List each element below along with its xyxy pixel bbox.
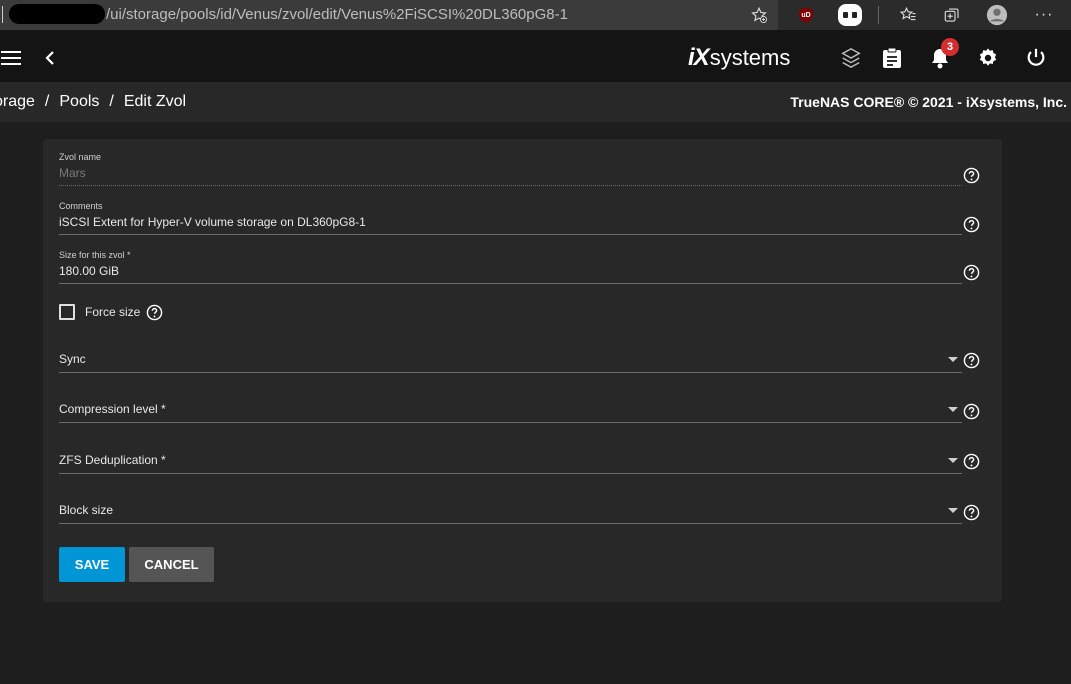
zvol-name-field: Zvol name Mars: [59, 152, 962, 188]
zfs-deduplication-select[interactable]: ZFS Deduplication *: [59, 445, 962, 475]
settings-gear-icon[interactable]: [976, 46, 1000, 70]
help-icon[interactable]: [963, 352, 980, 369]
dedup-underline: [59, 473, 962, 474]
dropdown-arrow-icon: [948, 508, 958, 513]
comments-input[interactable]: iSCSI Extent for Hyper-V volume storage …: [59, 215, 366, 229]
help-icon[interactable]: [963, 216, 980, 233]
back-chevron-icon[interactable]: [40, 48, 60, 68]
force-size-row: Force size: [59, 303, 163, 321]
zvol-size-input[interactable]: 180.00 GiB: [59, 264, 119, 278]
app-header: [0, 30, 1071, 82]
zvol-name-value: Mars: [59, 166, 86, 180]
block-size-underline: [59, 523, 962, 524]
notification-count-badge: 3: [941, 38, 959, 56]
help-icon[interactable]: [963, 453, 980, 470]
comments-underline: [59, 234, 962, 235]
breadcrumb-storage[interactable]: orage: [0, 93, 35, 110]
sync-label: Sync: [59, 352, 86, 366]
breadcrumb-pools[interactable]: Pools: [59, 93, 99, 110]
toolbar-divider: [878, 6, 879, 24]
zfs-deduplication-label: ZFS Deduplication *: [59, 453, 166, 467]
add-favorite-icon[interactable]: [749, 4, 769, 26]
save-button[interactable]: SAVE: [59, 547, 125, 582]
collections-icon[interactable]: [942, 4, 962, 26]
address-bar[interactable]: /ui/storage/pools/id/Venus/zvol/edit/Ven…: [0, 0, 778, 30]
zvol-size-label: Size for this zvol *: [59, 250, 131, 260]
power-icon[interactable]: [1024, 46, 1048, 70]
help-icon[interactable]: [963, 264, 980, 281]
block-size-label: Block size: [59, 503, 114, 517]
browser-toolbar: /ui/storage/pools/id/Venus/zvol/edit/Ven…: [0, 0, 1071, 30]
truecommand-icon[interactable]: [839, 46, 863, 70]
copyright-text: TrueNAS CORE® © 2021 - iXsystems, Inc.: [790, 94, 1067, 110]
compression-level-label: Compression level *: [59, 402, 166, 416]
dropdown-arrow-icon: [948, 407, 958, 412]
compression-level-select[interactable]: Compression level *: [59, 394, 962, 424]
zvol-size-underline: [59, 283, 962, 284]
comments-label: Comments: [59, 201, 103, 211]
ublock-extension-icon[interactable]: uD: [796, 4, 816, 26]
sync-underline: [59, 372, 962, 373]
compression-underline: [59, 422, 962, 423]
breadcrumb-edit-zvol: Edit Zvol: [123, 93, 187, 110]
dropdown-arrow-icon: [948, 357, 958, 362]
comments-field[interactable]: Comments iSCSI Extent for Hyper-V volume…: [59, 201, 962, 237]
breadcrumb: orage / Pools / Edit Zvol: [0, 93, 186, 111]
task-manager-icon[interactable]: [880, 46, 904, 70]
breadcrumb-bar: orage / Pools / Edit Zvol TrueNAS CORE® © 20…: [0, 82, 1071, 122]
hamburger-menu-icon[interactable]: [0, 47, 22, 69]
help-icon[interactable]: [146, 304, 163, 321]
zvol-name-underline: [59, 185, 962, 186]
favorites-icon[interactable]: [898, 4, 918, 26]
breadcrumb-separator: /: [109, 93, 114, 110]
ixsystems-logo: iX systems: [688, 44, 790, 72]
breadcrumb-separator: /: [44, 93, 50, 110]
url-text: /ui/storage/pools/id/Venus/zvol/edit/Ven…: [106, 6, 568, 23]
profile-avatar-icon[interactable]: [986, 4, 1008, 26]
edit-zvol-card: Zvol name Mars Comments iSCSI Extent for…: [43, 139, 1002, 602]
text-cursor: [2, 6, 3, 23]
cancel-button[interactable]: CANCEL: [129, 547, 214, 582]
ublock-label: uD: [801, 11, 811, 19]
help-icon[interactable]: [963, 504, 980, 521]
force-size-checkbox[interactable]: [59, 304, 75, 320]
zvol-size-field[interactable]: Size for this zvol * 180.00 GiB: [59, 250, 962, 286]
more-menu-icon[interactable]: ···: [1034, 4, 1054, 26]
logo-ix-text: iX: [688, 44, 710, 71]
extension-icon[interactable]: [836, 4, 864, 26]
sync-select[interactable]: Sync: [59, 344, 962, 374]
force-size-label: Force size: [85, 305, 141, 319]
dropdown-arrow-icon: [948, 458, 958, 463]
help-icon[interactable]: [963, 403, 980, 420]
block-size-select[interactable]: Block size: [59, 495, 962, 525]
logo-systems-text: systems: [709, 45, 791, 70]
redacted-host: [9, 4, 105, 24]
help-icon[interactable]: [963, 167, 980, 184]
zvol-name-label: Zvol name: [59, 152, 102, 162]
